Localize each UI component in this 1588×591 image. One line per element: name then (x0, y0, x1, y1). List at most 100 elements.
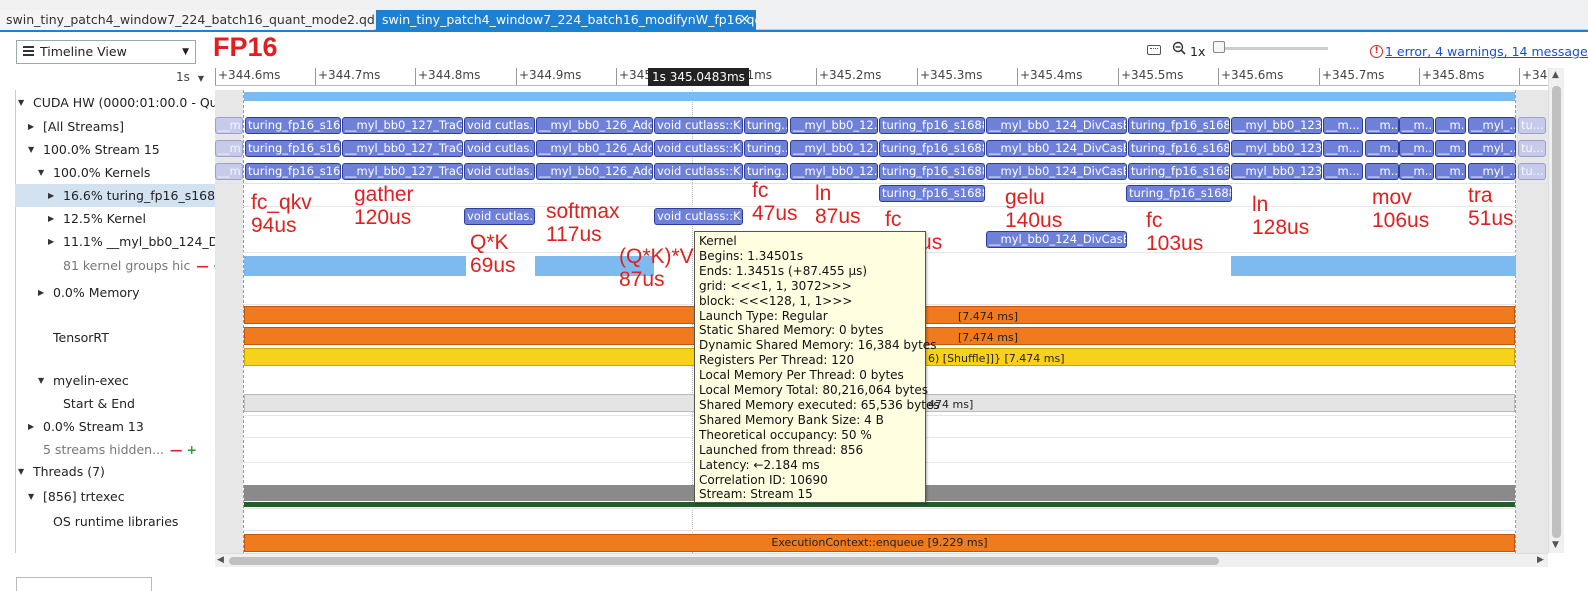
kernel-block[interactable]: __m... (215, 117, 243, 134)
kernel-block[interactable]: turing... (744, 117, 788, 134)
kernel-block[interactable]: __m... (1323, 117, 1363, 134)
kernel-block[interactable]: turing... (744, 163, 788, 180)
kernel-block[interactable]: __myl_bb0_12... (790, 117, 878, 134)
kernel-block[interactable]: __m... (1399, 117, 1434, 134)
kernel-block[interactable]: void cutlas... (464, 117, 535, 134)
kernel-block[interactable]: void cutlas... (464, 140, 535, 157)
scroll-thumb[interactable] (1552, 86, 1561, 538)
kernel-block[interactable]: __myl_bb0_127_TraG... (342, 117, 463, 134)
kernel-block[interactable]: void cutlas... (464, 208, 535, 225)
kernel-block[interactable]: __myl_bb0_124_DivCasEr... (986, 163, 1127, 180)
tree-row-stream-13[interactable]: ▶ 0.0% Stream 13 (15, 415, 215, 438)
messages-link[interactable]: 1 error, 4 warnings, 14 messages (1385, 44, 1588, 59)
kernel-block[interactable]: turing... (744, 140, 788, 157)
tree-row-divcas[interactable]: ▶ 11.1% __myl_bb0_124_DivCa (15, 230, 215, 253)
scroll-up-icon[interactable]: ▲ (1552, 70, 1559, 80)
kernel-block[interactable]: tu... (1518, 140, 1546, 157)
scroll-right-icon[interactable]: ▶ (1537, 555, 1544, 565)
expand-icon[interactable]: ▶ (28, 415, 34, 438)
kernel-block[interactable]: void cutlass::K... (654, 140, 743, 157)
expand-icon[interactable]: ▶ (28, 115, 34, 138)
expand-button[interactable]: + (187, 442, 197, 457)
tree-row-all-streams[interactable]: ▶ [All Streams] (15, 115, 215, 138)
kernel-block[interactable]: __m... (1365, 117, 1399, 134)
kernel-block[interactable]: __myl_bb0_123... (1231, 140, 1322, 157)
kernel-block[interactable]: __m... (1323, 163, 1363, 180)
collapse-button[interactable]: — (196, 258, 209, 273)
kernel-block[interactable]: __m... (215, 140, 243, 157)
kernel-block[interactable]: turing_fp16_s16... (245, 140, 341, 157)
kernel-block[interactable]: __m... (1435, 140, 1466, 157)
expand-icon[interactable]: ▶ (48, 230, 54, 253)
kernel-block[interactable]: __m... (1435, 163, 1466, 180)
kernel-block[interactable]: __m... (1399, 140, 1434, 157)
tree-row-threads[interactable]: ▼ Threads (7) (15, 460, 215, 483)
enqueue-bar[interactable]: ExecutionContext::enqueue [9.229 ms] (244, 534, 1515, 552)
kernel-block[interactable]: turing_fp16_s1688... (879, 163, 985, 180)
close-icon[interactable]: × (739, 10, 750, 30)
kernel-block[interactable]: __myl_... (1468, 163, 1516, 180)
expand-icon[interactable]: ▼ (28, 138, 34, 161)
tree-row-kernel[interactable]: ▶ 12.5% Kernel (15, 207, 215, 230)
kernel-block[interactable]: turing_fp16_s1688... (1126, 185, 1232, 202)
kernel-block[interactable]: turing_fp16_s16... (245, 163, 341, 180)
kernel-block[interactable]: __m... (1399, 163, 1434, 180)
kernel-block[interactable]: void cutlas... (464, 163, 535, 180)
kernel-block[interactable]: __m... (1365, 163, 1399, 180)
expand-icon[interactable]: ▶ (38, 281, 44, 304)
tab-quant-mode2[interactable]: swin_tiny_patch4_window7_224_batch16_qua… (0, 10, 374, 30)
bottom-panel-tab[interactable] (16, 577, 152, 591)
kernel-block[interactable]: turing_fp16_s16... (245, 117, 341, 134)
kernel-block[interactable]: __myl_bb0_126_Add... (536, 140, 653, 157)
cuda-hw-summary-bar[interactable] (244, 92, 1515, 101)
kernel-block[interactable]: __m... (1435, 117, 1466, 134)
kernel-block[interactable]: __m... (1323, 140, 1363, 157)
kernel-block[interactable]: __myl_bb0_123... (1231, 163, 1322, 180)
kernel-block[interactable]: __myl_bb0_126_Add... (536, 117, 653, 134)
keyboard-icon[interactable] (1147, 45, 1161, 55)
tree-row-start-end[interactable]: Start & End (15, 392, 215, 415)
kernel-block[interactable]: turing_fp16_s1688... (879, 140, 985, 157)
kernel-block[interactable]: turing_fp16_s1688... (879, 185, 985, 202)
kernel-block[interactable]: __myl_bb0_124_DivCasEr... (986, 117, 1127, 134)
kernel-block[interactable]: __m... (1365, 140, 1399, 157)
kernel-block[interactable]: __myl_bb0_127_TraG... (342, 163, 463, 180)
kernel-block[interactable]: turing_fp16_s168... (1128, 117, 1230, 134)
hidden-groups-bar[interactable] (1231, 256, 1516, 276)
kernel-block[interactable]: __myl_... (1468, 117, 1516, 134)
kernel-block[interactable]: __myl_bb0_127_TraG... (342, 140, 463, 157)
scroll-thumb[interactable] (229, 557, 1219, 565)
tree-row-stream-15[interactable]: ▼ 100.0% Stream 15 (15, 138, 215, 161)
zoom-slider-thumb[interactable] (1213, 41, 1225, 53)
tree-row-tensorrt[interactable]: TensorRT (15, 326, 215, 349)
kernel-block[interactable]: turing_fp16_s1688... (879, 117, 985, 134)
kernel-block[interactable]: void cutlass::K... (654, 163, 743, 180)
kernel-block[interactable]: __myl_bb0_123... (1231, 117, 1322, 134)
expand-icon[interactable]: ▶ (48, 184, 54, 207)
scroll-down-icon[interactable]: ▼ (1552, 540, 1559, 550)
expand-icon[interactable]: ▼ (18, 460, 24, 483)
collapse-button[interactable]: — (170, 442, 183, 457)
expand-icon[interactable]: ▼ (18, 91, 24, 114)
tree-row-trtexec[interactable]: ▼ [856] trtexec (15, 485, 215, 508)
tab-modifynw-fp16[interactable]: swin_tiny_patch4_window7_224_batch16_mod… (376, 10, 756, 30)
tree-row-kernels[interactable]: ▼ 100.0% Kernels (15, 161, 215, 184)
scroll-left-icon[interactable]: ◀ (217, 555, 224, 565)
zoom-slider[interactable] (1216, 47, 1328, 50)
tree-row-memory[interactable]: ▶ 0.0% Memory (15, 281, 215, 304)
expand-icon[interactable]: ▶ (48, 207, 54, 230)
kernel-block[interactable]: __myl_bb0_126_Add... (536, 163, 653, 180)
time-ruler[interactable]: +344.6ms +344.7ms +344.8ms +344.9ms +345… (215, 68, 1548, 86)
kernel-block[interactable]: void cutlass::K... (654, 117, 743, 134)
tree-row-turing-gemm[interactable]: ▶ 16.6% turing_fp16_s1688gemm (15, 184, 215, 207)
horizontal-scrollbar[interactable]: ◀ ▶ (215, 553, 1548, 567)
expand-icon[interactable]: ▼ (38, 369, 44, 392)
kernel-block[interactable]: __myl_bb0_12... (790, 140, 878, 157)
kernel-block[interactable]: void cutlass::K... (654, 208, 743, 225)
tree-row-myelin-exec[interactable]: ▼ myelin-exec (15, 369, 215, 392)
kernel-block[interactable]: __myl_bb0_124_DivCasEr... (986, 140, 1127, 157)
time-unit-select[interactable]: 1s ▼ (176, 70, 204, 84)
expand-icon[interactable]: ▼ (38, 161, 44, 184)
expand-icon[interactable]: ▼ (28, 485, 34, 508)
vertical-scrollbar[interactable]: ▲ ▼ (1548, 68, 1564, 553)
